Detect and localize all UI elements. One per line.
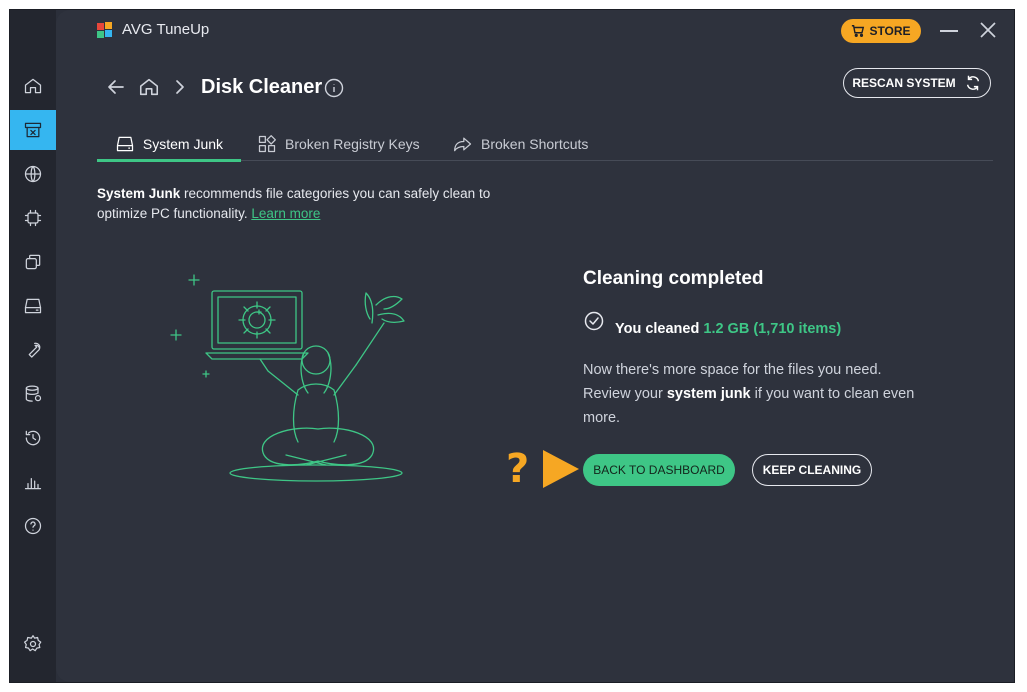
back-button[interactable] [106,77,126,97]
rescan-label: RESCAN SYSTEM [852,76,956,90]
home-icon [24,78,42,94]
cleaning-illustration [170,274,405,482]
help-icon [24,517,42,535]
sidebar [10,10,56,682]
browser-globe-icon [24,165,42,183]
cleaned-summary: You cleaned 1.2 GB (1,710 items) [615,321,841,337]
sidebar-item-reports[interactable] [10,462,56,502]
registry-blocks-icon [258,134,276,152]
reports-chart-icon [24,478,42,490]
minimize-button[interactable] [940,30,958,32]
sidebar-item-history[interactable] [10,418,56,458]
sidebar-item-disk-cleaner[interactable] [10,110,56,150]
page-title: Disk Cleaner [201,76,323,98]
store-button[interactable]: STORE [841,19,921,43]
result-body-bold: system junk [666,386,751,402]
main-panel: AVG TuneUp STORE Disk Cleaner RESCAN SYS… [56,10,1014,682]
arrow-left-icon [108,80,124,94]
sidebar-item-apps[interactable] [10,242,56,282]
tab-bar: System Junk Broken Registry Keys Broken … [97,128,993,162]
description-bold: System Junk [97,186,181,201]
close-button[interactable] [978,20,998,40]
home-icon [139,78,159,96]
result-title: Cleaning completed [583,268,764,289]
tab-label: Broken Shortcuts [481,135,589,152]
back-to-dashboard-button[interactable]: BACK TO DASHBOARD [583,454,735,486]
apps-icon [25,254,41,270]
processor-icon [24,209,42,227]
info-icon[interactable] [324,78,344,98]
wrench-icon [28,342,41,358]
description-text: System Junk recommends file categories y… [97,184,527,224]
result-body: Now there's more space for the files you… [583,358,923,430]
sidebar-item-home[interactable] [10,66,56,106]
sidebar-item-database[interactable] [10,374,56,414]
store-label: STORE [869,24,911,38]
pointer-arrow-icon [543,450,579,488]
tab-broken-registry-keys[interactable]: Broken Registry Keys [257,128,420,159]
disk-cleaner-icon [24,122,42,138]
learn-more-link[interactable]: Learn more [251,206,320,221]
app-title: AVG TuneUp [122,21,210,38]
settings-gear-icon [23,635,42,652]
close-icon [980,22,996,38]
cleaned-amount: 1.2 GB (1,710 items) [703,321,842,337]
tab-system-junk[interactable]: System Junk [97,128,241,162]
tab-broken-shortcuts[interactable]: Broken Shortcuts [453,128,588,159]
avg-logo-icon [97,22,112,38]
sidebar-item-settings[interactable] [10,624,56,664]
history-icon [25,430,41,446]
chevron-right-icon [176,80,184,94]
drive-icon [116,136,134,151]
sidebar-item-processor[interactable] [10,198,56,238]
tab-label: System Junk [142,135,224,152]
sidebar-item-tools[interactable] [10,330,56,370]
tab-label: Broken Registry Keys [285,135,420,152]
shortcut-arrow-icon [454,137,472,151]
database-icon [25,385,42,402]
sidebar-item-help[interactable] [10,506,56,546]
question-mark-annotation: ? [506,446,530,492]
breadcrumb-home[interactable] [138,76,160,98]
app-window: AVG TuneUp STORE Disk Cleaner RESCAN SYS… [9,9,1015,683]
cart-icon [852,25,865,37]
refresh-icon [966,75,979,91]
keep-cleaning-button[interactable]: KEEP CLEANING [752,454,872,486]
breadcrumb-separator [174,79,186,95]
rescan-system-button[interactable]: RESCAN SYSTEM [843,68,991,98]
sidebar-item-browser[interactable] [10,154,56,194]
sidebar-item-drive[interactable] [10,286,56,326]
cleaned-prefix: You cleaned [615,321,704,337]
drive-icon [24,298,42,314]
check-circle-icon [584,311,604,331]
